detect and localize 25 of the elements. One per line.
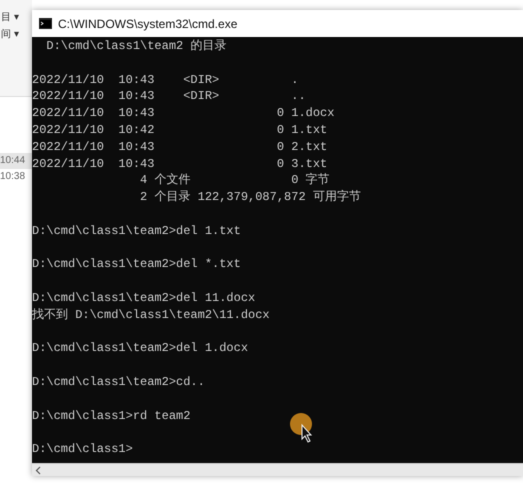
console-line: D:\cmd\class1\team2>del 1.docx [32,340,250,358]
window-title: C:\WINDOWS\system32\cmd.exe [58,16,238,32]
console-line: 4 个文件 0 字节 [139,172,331,190]
console-line: D:\cmd\class1\team2>cd.. [32,374,206,391]
console-line: 找不到 D:\cmd\class1\team2\11.docx [32,306,271,324]
cursor-icon [290,413,314,443]
console-line: 2022/11/10 10:43 <DIR> .. [32,88,307,106]
console-line: D:\cmd\class1\team2>del 1.txt [32,222,242,240]
console-line: 2022/11/10 10:43 0 3.txt [32,156,328,172]
console-line: D:\cmd\class1\team2 的目录 [45,38,228,55]
horizontal-scrollbar[interactable] [32,463,523,476]
console-line: D:\cmd\class1\team2>del *.txt [32,256,242,274]
menu-item[interactable]: 目 ▾ [0,9,32,26]
console-line: D:\cmd\class1\team2>del 11.docx [32,290,256,307]
time-label[interactable]: 10:44 [0,153,32,169]
console-line: 2 个目录 122,379,087,872 可用字节 [139,189,362,206]
terminal-icon [39,18,52,29]
menu-item[interactable]: 间 ▾ [0,26,32,43]
console-line: D:\cmd\class1>rd team2 [32,408,192,424]
console-line: D:\cmd\class1> [32,441,134,458]
scroll-left-icon[interactable] [34,466,43,474]
console-line: 2022/11/10 10:42 0 1.txt [32,122,328,139]
console-line: 2022/11/10 10:43 <DIR> . [32,72,300,88]
console-line: 2022/11/10 10:43 0 1.docx [32,105,336,122]
console-line: 2022/11/10 10:43 0 2.txt [32,138,328,156]
